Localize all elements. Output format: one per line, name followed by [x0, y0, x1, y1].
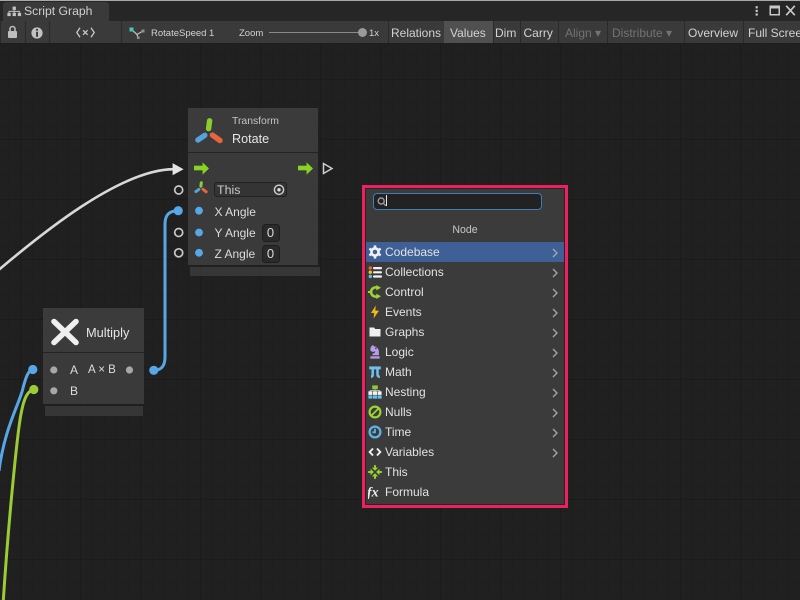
svg-text:fx: fx — [368, 486, 379, 500]
